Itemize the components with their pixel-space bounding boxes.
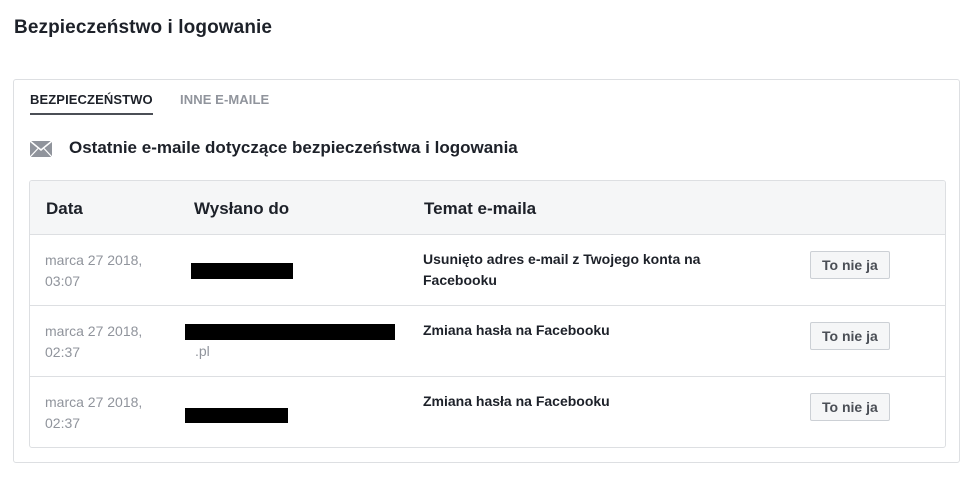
date-cell: marca 27 2018, 03:07 <box>45 250 165 292</box>
time-text: 02:37 <box>45 415 81 431</box>
redacted-recipient <box>191 263 293 279</box>
tab-other-emails[interactable]: INNE E-MAILE <box>180 92 269 114</box>
date-text: marca 27 2018, <box>45 323 143 339</box>
emails-table: Data Wysłano do Temat e-maila marca 27 2… <box>29 180 946 448</box>
redacted-recipient <box>185 408 288 423</box>
table-row: marca 27 2018, 03:07 Usunięto adres e-ma… <box>30 235 945 306</box>
column-header-date: Data <box>46 199 83 218</box>
column-header-subject: Temat e-maila <box>424 199 537 218</box>
subject-cell: Usunięto adres e-mail z Twojego konta na… <box>423 251 701 288</box>
date-cell: marca 27 2018, 02:37 <box>45 321 165 363</box>
table-header: Data Wysłano do Temat e-maila <box>30 181 945 235</box>
table-row: marca 27 2018, 02:37 Zmiana hasła na Fac… <box>30 377 945 447</box>
envelope-icon <box>29 139 53 157</box>
date-text: marca 27 2018, <box>45 252 143 268</box>
subject-cell: Zmiana hasła na Facebooku <box>423 322 610 338</box>
not-me-button[interactable]: To nie ja <box>810 322 890 350</box>
recipient-suffix: .pl <box>195 343 210 359</box>
tab-security[interactable]: BEZPIECZEŃSTWO <box>30 92 153 115</box>
section-title: Ostatnie e-maile dotyczące bezpieczeństw… <box>69 138 518 157</box>
time-text: 02:37 <box>45 344 81 360</box>
not-me-button[interactable]: To nie ja <box>810 251 890 279</box>
time-text: 03:07 <box>45 273 81 289</box>
subject-cell: Zmiana hasła na Facebooku <box>423 393 610 409</box>
date-cell: marca 27 2018, 02:37 <box>45 392 165 434</box>
section-header: Ostatnie e-maile dotyczące bezpieczeństw… <box>29 136 518 160</box>
redacted-recipient <box>185 324 395 340</box>
page-title: Bezpieczeństwo i logowanie <box>14 17 273 38</box>
date-text: marca 27 2018, <box>45 394 143 410</box>
security-emails-card: BEZPIECZEŃSTWO INNE E-MAILE Ostatnie e-m… <box>13 79 960 463</box>
table-row: marca 27 2018, 02:37 .pl Zmiana hasła na… <box>30 306 945 377</box>
not-me-button[interactable]: To nie ja <box>810 393 890 421</box>
column-header-sent-to: Wysłano do <box>194 199 290 218</box>
